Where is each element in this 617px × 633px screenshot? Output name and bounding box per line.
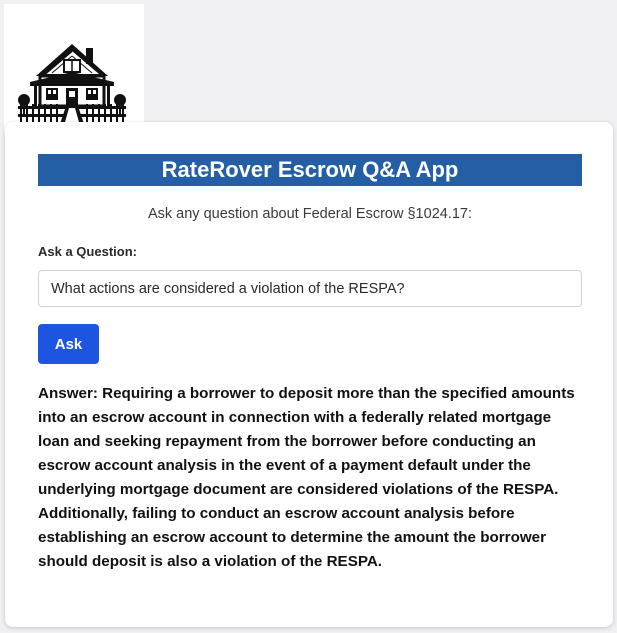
house-icon bbox=[16, 44, 128, 125]
answer-text: Answer: Requiring a borrower to deposit … bbox=[38, 385, 575, 570]
ask-button[interactable]: Ask bbox=[38, 324, 99, 364]
question-label: Ask a Question: bbox=[38, 244, 137, 259]
app-subtitle: Ask any question about Federal Escrow §1… bbox=[147, 206, 473, 222]
qa-card: RateRover Escrow Q&A App Ask any questio… bbox=[5, 122, 613, 627]
app-title: RateRover Escrow Q&A App bbox=[38, 154, 582, 186]
logo bbox=[4, 4, 144, 134]
question-input[interactable] bbox=[38, 270, 582, 307]
